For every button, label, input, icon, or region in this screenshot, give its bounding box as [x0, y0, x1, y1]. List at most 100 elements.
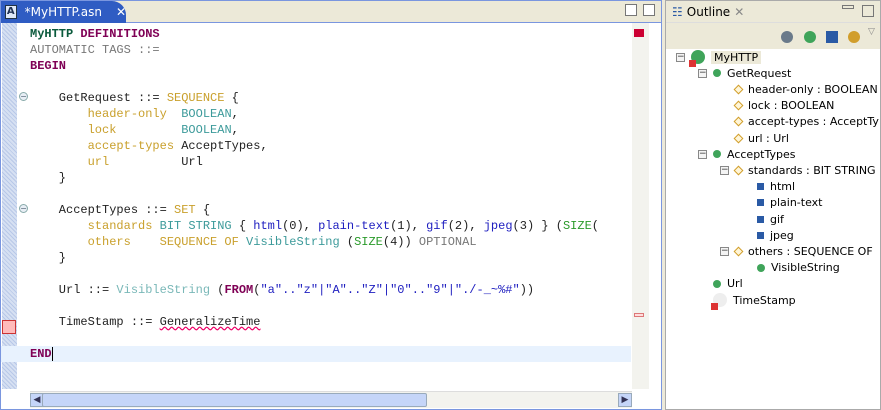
editor-tab[interactable]: A *MyHTTP.asn ✕: [1, 1, 126, 23]
tree-item[interactable]: gif: [742, 211, 784, 227]
code-token: SEQUENCE: [166, 91, 225, 105]
tree-item-label: plain-text: [770, 196, 823, 210]
code-token: SIZE: [354, 235, 383, 249]
collapse-icon[interactable]: −: [698, 68, 707, 78]
tree-item[interactable]: TimeStamp: [698, 292, 796, 310]
tree-item[interactable]: plain-text: [742, 195, 823, 211]
view-menu-icon[interactable]: ▽: [868, 27, 880, 39]
minimize-button[interactable]: [625, 4, 637, 16]
tree-item[interactable]: jpeg: [742, 227, 794, 243]
tab-title: *MyHTTP.asn: [24, 5, 102, 19]
tree-item[interactable]: VisibleString: [742, 260, 840, 276]
collapse-icon[interactable]: −: [676, 52, 685, 62]
code-token: GeneralizeTime: [159, 315, 261, 329]
outline-icon: ☷: [672, 4, 683, 19]
outline-toolbar: ▽: [666, 23, 880, 49]
editor-tab-bar: A *MyHTTP.asn ✕: [1, 1, 661, 23]
maximize-button[interactable]: [862, 5, 874, 17]
code-token: ,: [231, 123, 239, 137]
code-token: (0),: [282, 219, 319, 233]
tree-item[interactable]: lock : BOOLEAN: [720, 98, 834, 114]
field-diamond-icon: [733, 84, 744, 95]
close-tab-icon[interactable]: ✕: [116, 5, 126, 19]
code-line: TimeStamp ::= GeneralizeTime: [30, 314, 631, 330]
code-line: }: [30, 170, 631, 186]
code-area[interactable]: MyHTTP DEFINITIONS AUTOMATIC TAGS ::= BEGI…: [1, 26, 631, 388]
code-token: (3) } (: [512, 219, 563, 233]
scroll-thumb[interactable]: [42, 393, 427, 407]
code-token: {: [224, 91, 239, 105]
tree-item[interactable]: Url: [698, 276, 743, 292]
scroll-right-button[interactable]: ▶: [618, 393, 632, 407]
code-line: END: [1, 346, 631, 362]
code-token: ,: [231, 107, 239, 121]
code-token: plain-text: [318, 219, 391, 233]
tree-item[interactable]: html: [742, 179, 795, 195]
warning-overview-marker[interactable]: [634, 313, 644, 317]
code-line: lock BOOLEAN,: [30, 122, 631, 138]
error-overview-marker[interactable]: [634, 29, 644, 37]
tree-item[interactable]: − MyHTTP: [676, 49, 762, 67]
collapse-icon[interactable]: −: [698, 149, 707, 159]
maximize-button[interactable]: [643, 4, 655, 16]
hide-values-icon[interactable]: [826, 31, 838, 43]
code-token: AcceptTypes ::=: [30, 203, 175, 217]
tree-item[interactable]: − GetRequest: [698, 65, 791, 81]
tree-item[interactable]: header-only : BOOLEAN: [720, 81, 878, 97]
asn-file-icon: A: [5, 5, 17, 19]
code-token: Url ::=: [30, 283, 117, 297]
module-icon: [689, 50, 705, 67]
code-token: BEGIN: [30, 59, 67, 73]
field-diamond-icon: [733, 165, 744, 176]
code-token: BOOLEAN: [181, 107, 232, 121]
tree-item[interactable]: − AcceptTypes: [698, 146, 796, 162]
fold-toggle-icon[interactable]: −: [19, 204, 28, 213]
tree-item-label: others : SEQUENCE OF: [748, 244, 873, 258]
tree-item-label: MyHTTP: [711, 50, 762, 64]
tree-item-label: GetRequest: [727, 66, 792, 80]
horizontal-scrollbar[interactable]: ◀ ▶: [30, 391, 632, 408]
outline-view: ☷ Outline ✕ ▽ − MyHTTP − GetRequest header-o…: [665, 0, 881, 410]
hide-fields-icon[interactable]: [781, 31, 793, 43]
code-token: FROM: [224, 283, 254, 297]
collapse-icon[interactable]: −: [720, 165, 729, 175]
code-token: html: [253, 219, 283, 233]
code-token: OPTIONAL: [418, 235, 477, 249]
code-token: Url: [181, 155, 203, 169]
code-token: accept-types: [30, 139, 182, 153]
tree-item[interactable]: − others : SEQUENCE OF: [720, 243, 873, 259]
code-token: (: [210, 283, 225, 297]
code-token: (2),: [447, 219, 484, 233]
code-line: Url ::= VisibleString (FROM("a".."z"|"A"…: [30, 282, 631, 298]
value-square-icon: [757, 215, 764, 223]
code-token: jpeg: [483, 219, 513, 233]
vertical-scrollbar[interactable]: [632, 23, 649, 389]
code-token: gif: [426, 219, 448, 233]
close-view-icon[interactable]: ✕: [734, 5, 744, 19]
code-token: (: [339, 235, 355, 249]
code-token: (4)): [382, 235, 419, 249]
tree-item[interactable]: url : Url: [720, 130, 789, 146]
tree-item[interactable]: accept-types : AcceptTy: [720, 114, 879, 130]
code-token: VisibleString: [246, 235, 340, 249]
type-dot-icon: [713, 69, 721, 78]
minimize-button[interactable]: [842, 5, 854, 9]
tree-item-label: html: [770, 180, 796, 194]
code-token: {: [195, 203, 211, 217]
value-square-icon: [757, 231, 764, 239]
error-marker-icon[interactable]: [2, 320, 16, 334]
tree-item-label: standards : BIT STRING: [748, 163, 876, 177]
hide-types-icon[interactable]: [804, 31, 816, 43]
code-line: GetRequest ::= SEQUENCE {: [30, 90, 631, 106]
outline-tab[interactable]: ☷ Outline ✕: [666, 1, 880, 23]
error-type-icon: [711, 293, 727, 310]
code-line: url Url: [30, 154, 631, 170]
collapse-icon[interactable]: −: [720, 246, 729, 256]
fold-toggle-icon[interactable]: −: [19, 92, 28, 101]
type-dot-icon: [757, 263, 765, 272]
tree-item[interactable]: − standards : BIT STRING: [720, 162, 876, 178]
code-line: others SEQUENCE OF VisibleString (SIZE(4…: [30, 234, 631, 250]
sort-icon[interactable]: [848, 31, 860, 43]
